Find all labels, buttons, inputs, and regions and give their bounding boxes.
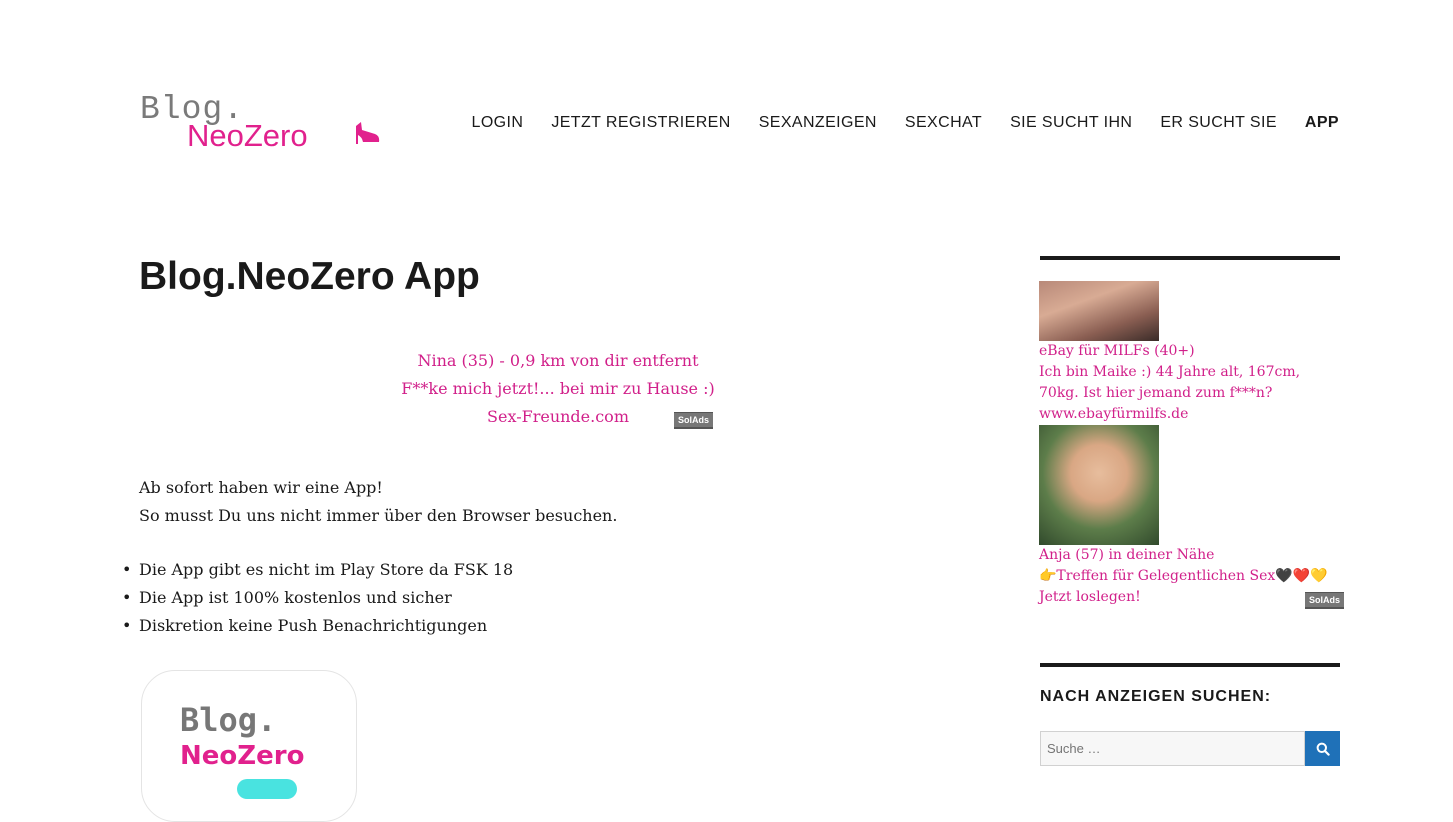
nav-sexanzeigen[interactable]: SEXANZEIGEN [759, 114, 877, 132]
sidebar-divider [1040, 256, 1340, 260]
feature-list: Die App gibt es nicht im Play Store da F… [122, 556, 513, 640]
nav-sie-sucht-ihn[interactable]: SIE SUCHT IHN [1010, 114, 1132, 132]
list-item: Die App gibt es nicht im Play Store da F… [122, 556, 513, 584]
ad-url[interactable]: www.ebayfürmilfs.de [1039, 404, 1339, 425]
nav-login[interactable]: LOGIN [472, 114, 524, 132]
site-logo[interactable]: Blog. NeoZero [139, 92, 384, 156]
app-icon-image[interactable]: Blog. NeoZero [141, 670, 357, 822]
ad-text[interactable]: Ich bin Maike :) 44 Jahre alt, 167cm, 70… [1039, 362, 1339, 404]
ad-title[interactable]: eBay für MILFs (40+) [1039, 341, 1339, 362]
intro-text: Ab sofort haben wir eine App! So musst D… [139, 474, 617, 530]
nav-sexchat[interactable]: SEXCHAT [905, 114, 982, 132]
sidebar-divider [1040, 663, 1340, 667]
app-icon-decoration [237, 779, 297, 799]
search-button[interactable] [1305, 731, 1340, 766]
search-icon [1316, 742, 1330, 756]
ad-badge[interactable]: SolAds [1305, 592, 1345, 609]
search-form [1040, 731, 1340, 766]
logo-text-line2: NeoZero [187, 118, 308, 153]
ad-title[interactable]: Anja (57) in deiner Nähe [1039, 545, 1339, 566]
high-heel-icon [356, 122, 380, 144]
page-title: Blog.NeoZero App [139, 255, 480, 298]
search-widget-title: NACH ANZEIGEN SUCHEN: [1040, 688, 1272, 705]
sidebar-ad[interactable]: eBay für MILFs (40+) Ich bin Maike :) 44… [1039, 281, 1339, 608]
intro-line-1: Ab sofort haben wir eine App! [139, 478, 383, 497]
app-icon-text-line2: NeoZero [180, 741, 305, 771]
nav-register[interactable]: JETZT REGISTRIEREN [551, 114, 730, 132]
ad-line-2[interactable]: F**ke mich jetzt!... bei mir zu Hause :) [380, 375, 736, 403]
app-icon-text-line1: Blog. [180, 701, 277, 739]
ad-badge[interactable]: SolAds [674, 412, 714, 429]
ad-image[interactable] [1039, 281, 1159, 341]
ad-image[interactable] [1039, 425, 1159, 545]
ad-line-1[interactable]: Nina (35) - 0,9 km von dir entfernt [380, 347, 736, 375]
intro-line-2: So musst Du uns nicht immer über den Bro… [139, 506, 618, 525]
nav-er-sucht-sie[interactable]: ER SUCHT SIE [1160, 114, 1277, 132]
list-item: Diskretion keine Push Benachrichtigungen [122, 612, 513, 640]
search-input[interactable] [1040, 731, 1305, 766]
list-item: Die App ist 100% kostenlos und sicher [122, 584, 513, 612]
nav-app[interactable]: APP [1305, 114, 1339, 132]
ad-cta[interactable]: Jetzt loslegen! [1039, 587, 1339, 608]
main-navigation: LOGIN JETZT REGISTRIEREN SEXANZEIGEN SEX… [472, 114, 1339, 132]
ad-text[interactable]: 👉Treffen für Gelegentlichen Sex🖤❤️💛 [1039, 566, 1339, 587]
